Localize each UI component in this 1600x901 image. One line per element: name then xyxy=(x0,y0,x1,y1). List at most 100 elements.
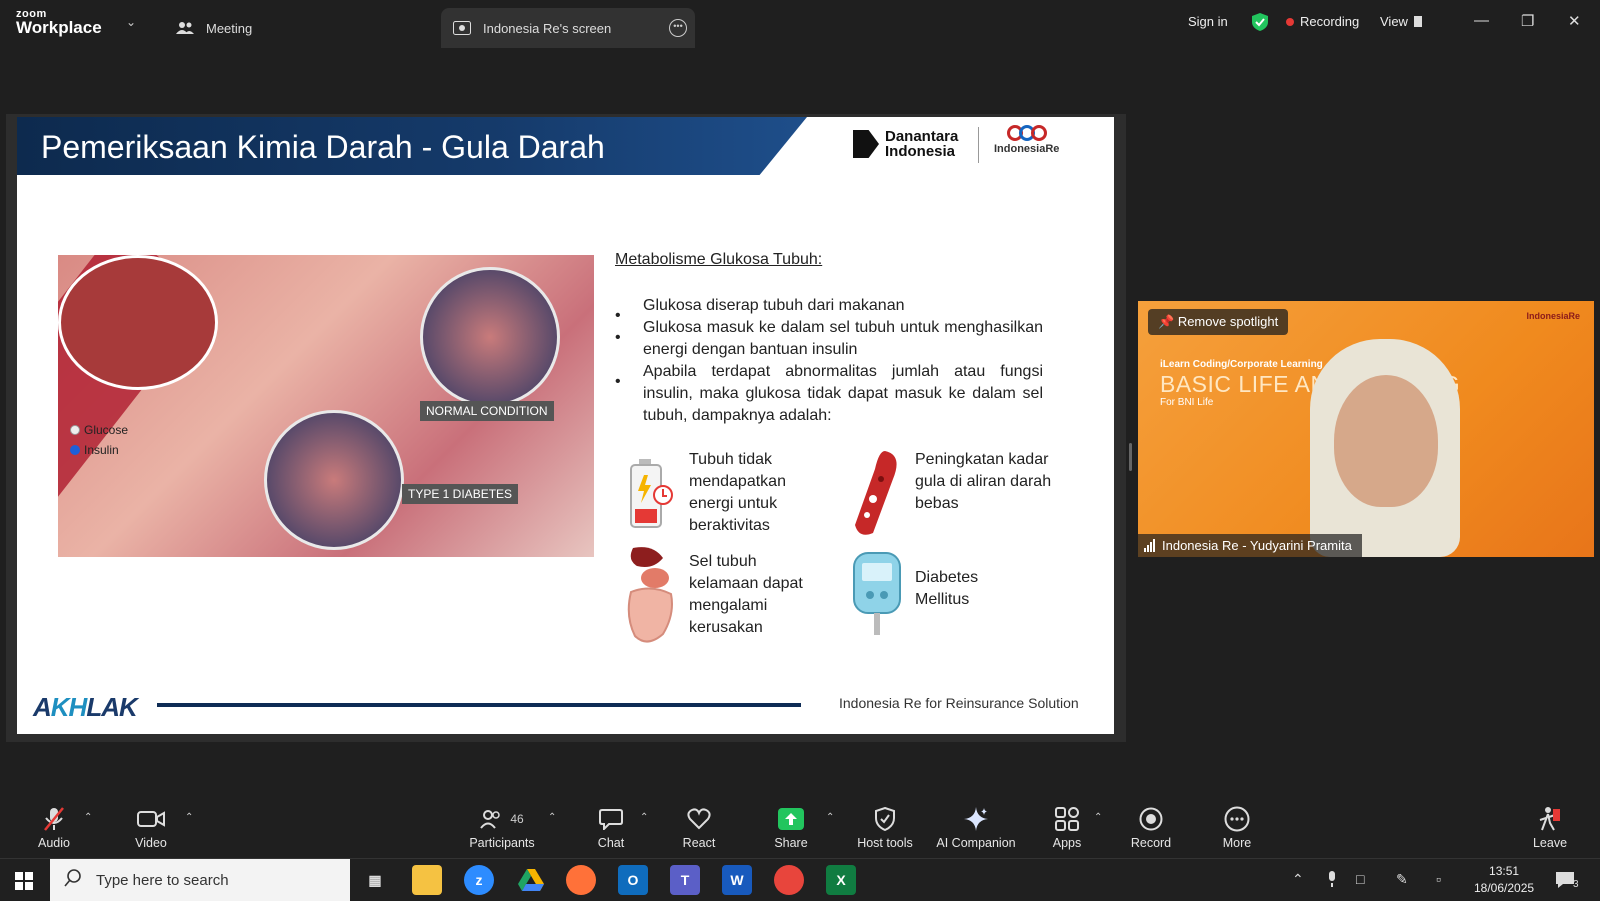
apps-caret-icon[interactable]: ⌃ xyxy=(1094,812,1102,823)
video-options-caret-icon[interactable]: ⌃ xyxy=(185,812,193,823)
chevron-down-icon[interactable]: ⌄ xyxy=(126,15,136,29)
outlook-icon[interactable]: O xyxy=(618,865,648,895)
host-tools-label: Host tools xyxy=(857,836,913,850)
zoom-logo: zoom Workplace xyxy=(16,8,102,38)
google-drive-icon[interactable] xyxy=(516,865,546,895)
search-icon xyxy=(64,869,82,891)
more-label: More xyxy=(1222,836,1252,850)
caption-type1-diabetes: TYPE 1 DIABETES xyxy=(402,484,519,504)
participants-label: Participants xyxy=(469,836,535,850)
sign-in-button[interactable]: Sign in xyxy=(1188,14,1228,29)
more-icon xyxy=(1192,806,1282,832)
file-explorer-icon[interactable] xyxy=(412,865,442,895)
view-button[interactable]: View xyxy=(1380,14,1422,29)
tray-chevron-up-icon[interactable]: ⌃ xyxy=(1292,871,1304,888)
tray-microphone-icon[interactable] xyxy=(1326,871,1338,890)
firefox-icon[interactable] xyxy=(566,865,596,895)
diabetic-cell-graphic xyxy=(264,410,404,550)
title-bar: zoom Workplace ⌄ Meeting Indonesia Re's … xyxy=(0,0,1600,48)
video-camera-icon xyxy=(106,806,196,832)
effect-item: Diabetes Mellitus xyxy=(849,551,1035,641)
danantara-mark-icon xyxy=(853,130,879,158)
taskbar-clock[interactable]: 13:51 18/06/2025 xyxy=(1474,863,1534,897)
share-caret-icon[interactable]: ⌃ xyxy=(826,812,834,823)
notification-center-icon[interactable]: 3 xyxy=(1555,869,1579,890)
leave-icon xyxy=(1505,806,1595,832)
section-title: Metabolisme Glukosa Tubuh: xyxy=(615,251,823,268)
tray-pen-icon[interactable]: ✎ xyxy=(1396,871,1408,888)
glucose-insulin-illustration: NORMAL CONDITION TYPE 1 DIABETES Glucose… xyxy=(58,255,594,557)
video-label: Video xyxy=(135,836,167,850)
legend-glucose: Glucose xyxy=(84,423,129,437)
recording-dot-icon xyxy=(1286,17,1294,26)
chrome-icon[interactable] xyxy=(774,865,804,895)
minimize-icon[interactable]: — xyxy=(1474,12,1489,29)
excel-icon[interactable]: X xyxy=(826,865,856,895)
ai-companion-label: AI Companion xyxy=(936,836,1016,850)
effect-item: Sel tubuh kelamaan dapat mengalami kerus… xyxy=(623,547,819,643)
blood-vessel-icon xyxy=(849,449,905,539)
zoom-app-icon[interactable]: z xyxy=(464,865,494,895)
effect-text: Peningkatan kadar gula di aliran darah b… xyxy=(915,451,1052,512)
effect-item: Tubuh tidak mendapatkan energi untuk ber… xyxy=(623,449,819,539)
screen-share-icon xyxy=(453,21,471,35)
tab-shared-screen[interactable]: Indonesia Re's screen ••• xyxy=(441,8,695,48)
bullet-item: Glukosa masuk ke dalam sel tubuh untuk m… xyxy=(615,317,1043,361)
audio-options-caret-icon[interactable]: ⌃ xyxy=(84,812,92,823)
legend-insulin: Insulin xyxy=(84,443,119,457)
brand-divider xyxy=(978,127,979,163)
leave-button[interactable]: Leave xyxy=(1505,806,1595,850)
record-button[interactable]: Record xyxy=(1106,806,1196,850)
participant-name-label: Indonesia Re - Yudyarini Pramita xyxy=(1138,534,1362,557)
danantara-logo: Danantara Indonesia xyxy=(853,129,958,159)
video-bg-subtitle: iLearn Coding/Corporate Learning xyxy=(1160,359,1323,370)
participants-caret-icon[interactable]: ⌃ xyxy=(548,812,556,823)
recording-label: Recording xyxy=(1300,14,1360,29)
remove-spotlight-button[interactable]: 📌 Remove spotlight xyxy=(1148,309,1289,335)
taskbar-search-box[interactable]: Type here to search xyxy=(50,859,350,901)
panel-resize-handle[interactable] xyxy=(1129,443,1132,471)
more-button[interactable]: More xyxy=(1192,806,1282,850)
teams-icon[interactable]: T xyxy=(670,865,700,895)
sparkle-icon xyxy=(926,806,1026,832)
bullet-item: Apabila terdapat abnormalitas jumlah ata… xyxy=(615,361,1043,427)
windows-start-icon[interactable] xyxy=(15,872,33,895)
video-bg-brand: IndonesiaRe xyxy=(1526,311,1580,321)
tab-meeting[interactable]: Meeting xyxy=(176,8,252,48)
host-tools-button[interactable]: Host tools xyxy=(840,806,930,850)
slide-title: Pemeriksaan Kimia Darah - Gula Darah xyxy=(41,129,605,165)
participant-name: Indonesia Re - Yudyarini Pramita xyxy=(1162,538,1352,553)
indonesiare-logo: IndonesiaRe xyxy=(994,125,1059,155)
logo-big-text: Workplace xyxy=(16,18,102,37)
task-view-icon[interactable]: ▦ xyxy=(360,865,390,895)
indonesiare-label: IndonesiaRe xyxy=(994,143,1060,155)
close-icon[interactable]: ✕ xyxy=(1568,12,1581,30)
participants-icon: 46 xyxy=(452,806,552,832)
chat-caret-icon[interactable]: ⌃ xyxy=(640,812,648,823)
video-button[interactable]: Video xyxy=(106,806,196,850)
tray-display-icon[interactable]: □ xyxy=(1356,871,1364,887)
recording-indicator[interactable]: Recording xyxy=(1286,14,1359,29)
notification-count: 3 xyxy=(1573,879,1579,890)
share-button[interactable]: Share xyxy=(746,806,836,850)
restore-icon[interactable]: ❐ xyxy=(1521,12,1534,30)
shield-icon xyxy=(840,806,930,832)
tray-keyboard-icon[interactable]: ▫ xyxy=(1436,871,1441,887)
react-button[interactable]: React xyxy=(654,806,744,850)
more-options-icon[interactable]: ••• xyxy=(669,19,687,37)
stomach-graphic xyxy=(58,255,218,390)
search-placeholder: Type here to search xyxy=(96,871,229,889)
insulin-dot-icon xyxy=(70,445,80,455)
akhlak-logo: AKHLAK xyxy=(33,692,138,722)
participants-button[interactable]: 46 Participants xyxy=(452,806,552,850)
ai-companion-button[interactable]: AI Companion xyxy=(926,806,1026,850)
word-icon[interactable]: W xyxy=(722,865,752,895)
share-screen-icon xyxy=(746,806,836,832)
shared-slide: Pemeriksaan Kimia Darah - Gula Darah Dan… xyxy=(17,117,1114,734)
participant-video-tile[interactable]: IndonesiaRe iLearn Coding/Corporate Lear… xyxy=(1138,301,1594,557)
chat-label: Chat xyxy=(597,836,625,850)
slide-footer-text: Indonesia Re for Reinsurance Solution xyxy=(839,695,1079,711)
apps-label: Apps xyxy=(1052,836,1082,850)
danantara-line2: Indonesia xyxy=(885,143,956,160)
clock-date: 18/06/2025 xyxy=(1474,881,1535,895)
